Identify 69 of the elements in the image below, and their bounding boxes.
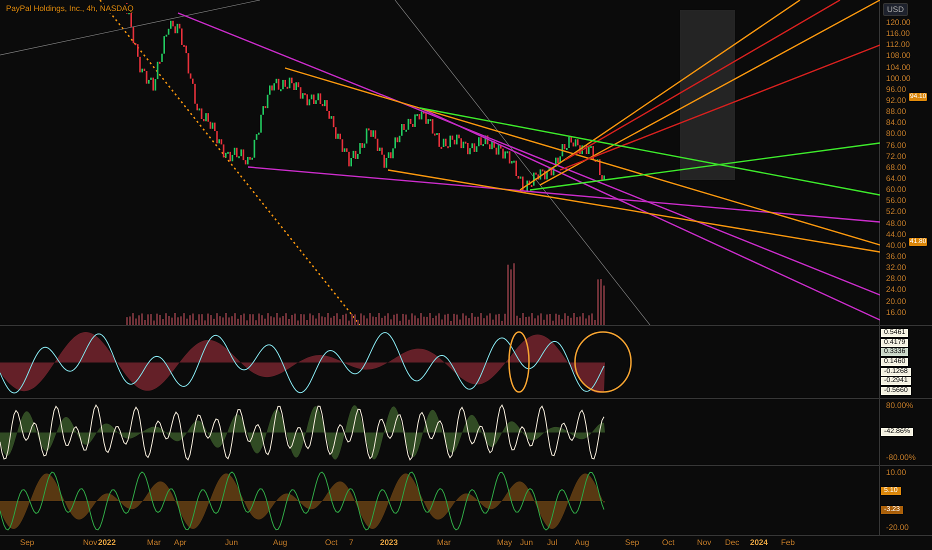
time-label: Mar (437, 538, 451, 547)
price-label: 28.00 (886, 275, 906, 284)
price-label: 80.00 (886, 130, 906, 138)
price-label: 64.00 (886, 174, 906, 183)
price-label: 20.00 (886, 298, 906, 306)
time-label: Aug (575, 538, 590, 547)
time-label: Jun (520, 538, 533, 547)
price-label: 60.00 (886, 186, 906, 194)
dotted-trend-line[interactable] (99, 0, 361, 325)
axis-label: -80.00% (885, 454, 916, 462)
axis-label: 80.00% (885, 402, 914, 410)
price-label: 52.00 (886, 208, 906, 216)
trend-line[interactable] (248, 166, 880, 223)
time-label: Aug (273, 538, 288, 547)
price-label: 112.00 (886, 41, 910, 50)
price-label: 44.00 (886, 230, 906, 239)
symbol-title: PayPal Holdings, Inc., 4h, NASDAQ (4, 4, 136, 13)
time-label: Sep (20, 538, 34, 547)
time-label: 2022 (98, 538, 116, 547)
price-label: 116.00 (886, 30, 910, 38)
time-label: Oct (325, 538, 338, 547)
time-label: 2024 (750, 538, 768, 547)
trend-line[interactable] (420, 107, 880, 321)
date-range-box[interactable] (680, 10, 735, 180)
price-label: 120.00 (886, 19, 910, 27)
price-label: 108.00 (886, 52, 910, 60)
price-label: 16.00 (886, 308, 906, 317)
price-label: 96.00 (886, 86, 906, 94)
price-label: 76.00 (886, 142, 906, 150)
time-label: Nov (83, 538, 98, 547)
price-label: 84.00 (886, 119, 906, 128)
trend-line[interactable] (520, 0, 800, 191)
price-label: 36.00 (886, 252, 906, 261)
price-label: 72.00 (886, 152, 906, 161)
trend-line[interactable] (560, 44, 880, 171)
time-label: Apr (174, 538, 186, 547)
price-label: 40.00 (886, 242, 906, 250)
time-label: Mar (147, 538, 161, 547)
axis-label: 10.00 (885, 469, 906, 477)
price-label: 56.00 (886, 197, 906, 206)
time-label: Dec (725, 538, 740, 547)
price-label: 48.00 (886, 220, 906, 228)
trend-line[interactable] (284, 67, 880, 246)
time-label: Oct (662, 538, 674, 547)
trend-line[interactable] (420, 107, 880, 196)
price-label: 88.00 (886, 108, 906, 116)
trend-line[interactable] (540, 0, 880, 186)
time-label: Jun (225, 538, 238, 547)
time-label: Feb (781, 538, 795, 547)
time-label: Jul (547, 538, 558, 547)
axis-label: -20.00 (885, 524, 909, 532)
price-label: 32.00 (886, 264, 906, 272)
time-label: Sep (625, 538, 640, 547)
trend-line[interactable] (530, 142, 880, 191)
time-label: Nov (697, 538, 712, 547)
trend-line[interactable] (178, 12, 880, 296)
trend-line[interactable] (394, 0, 650, 325)
price-label: 100.00 (886, 74, 910, 83)
time-label: May (497, 538, 512, 547)
time-label: 2023 (380, 538, 398, 547)
price-label: 104.00 (886, 64, 910, 72)
highlight-ellipses-drawing[interactable] (508, 331, 632, 393)
price-label: 92.00 (886, 96, 906, 105)
trend-line[interactable] (564, 0, 840, 161)
price-label: 24.00 (886, 286, 906, 294)
time-label: 7 (349, 538, 354, 547)
price-label: 68.00 (886, 164, 906, 172)
currency-button[interactable]: USD (883, 3, 908, 16)
trend-line[interactable] (388, 169, 880, 253)
